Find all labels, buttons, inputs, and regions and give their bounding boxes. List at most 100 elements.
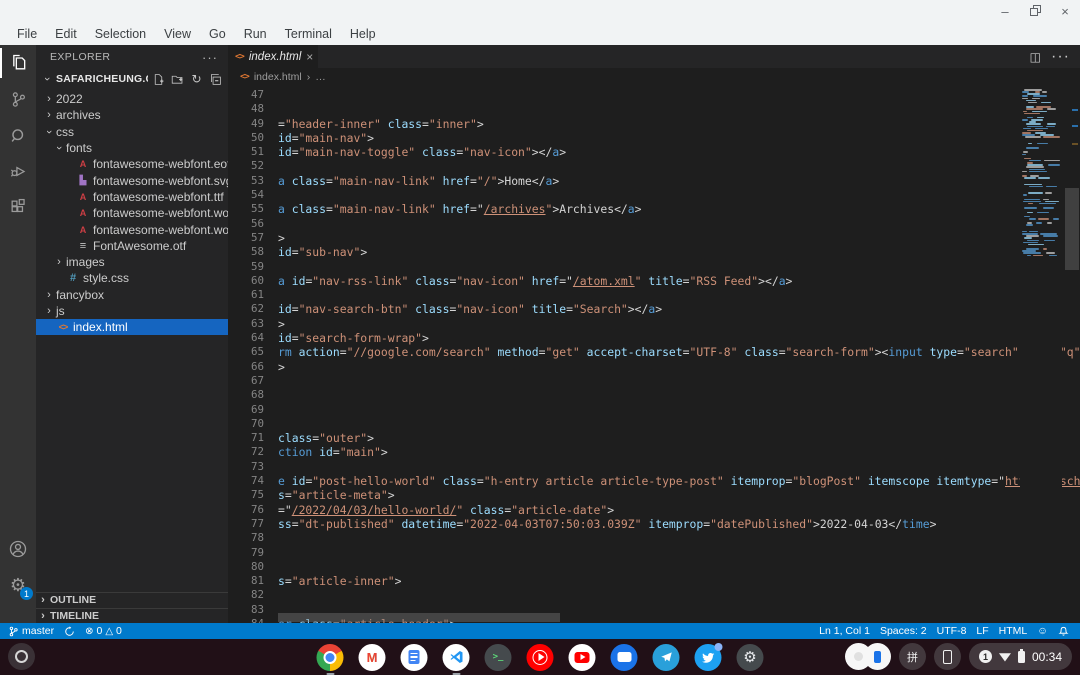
code-line[interactable]: 71class="outer"> [228, 431, 1080, 445]
cursor-position[interactable]: Ln 1, Col 1 [814, 625, 875, 637]
minimize-icon[interactable]: – [998, 4, 1012, 18]
breadcrumb-file[interactable]: index.html [254, 71, 302, 83]
code-line[interactable]: 77ss="dt-published" datetime="2022-04-03… [228, 517, 1080, 531]
code-line[interactable]: 66> [228, 360, 1080, 374]
code-line[interactable]: 79 [228, 546, 1080, 560]
language-mode[interactable]: HTML [994, 625, 1033, 637]
refresh-icon[interactable]: ↻ [188, 71, 205, 88]
notifications-bell-icon[interactable] [1053, 626, 1074, 637]
tree-item-css[interactable]: ›css [36, 124, 228, 140]
tree-item-fontawesome-webfont-woff[interactable]: Afontawesome-webfont.woff [36, 205, 228, 221]
tree-item-2022[interactable]: ›2022 [36, 91, 228, 107]
ime-indicator[interactable]: 拼 [899, 643, 926, 670]
code-line[interactable]: 82 [228, 588, 1080, 602]
code-line[interactable]: 60a id="nav-rss-link" class="nav-icon" h… [228, 274, 1080, 288]
phone-hub-icon[interactable] [934, 643, 961, 670]
split-editor-icon[interactable]: ◫ [1030, 50, 1041, 64]
shelf-app-docs[interactable] [401, 644, 428, 671]
extensions-icon[interactable] [0, 189, 36, 225]
menu-item-file[interactable]: File [8, 25, 46, 43]
code-line[interactable]: 74e id="post-hello-world" class="h-entry… [228, 474, 1080, 488]
code-line[interactable]: 58id="sub-nav"> [228, 245, 1080, 259]
code-line[interactable]: 62id="nav-search-btn" class="nav-icon" t… [228, 302, 1080, 316]
code-line[interactable]: 76="/2022/04/03/hello-world/" class="art… [228, 503, 1080, 517]
shelf-app-settings[interactable]: ⚙ [737, 644, 764, 671]
code-line[interactable]: 70 [228, 417, 1080, 431]
code-line[interactable]: 68 [228, 388, 1080, 402]
shelf-app-messages[interactable] [611, 644, 638, 671]
code-line[interactable]: 50id="main-nav"> [228, 131, 1080, 145]
sidebar-section-outline[interactable]: ›OUTLINE [36, 592, 228, 608]
code-line[interactable]: 63> [228, 317, 1080, 331]
tree-item-js[interactable]: ›js [36, 303, 228, 319]
vertical-scrollbar[interactable] [1064, 85, 1080, 623]
problems-indicator[interactable]: ⊗ 0 △ 0 [80, 623, 127, 639]
horizontal-scrollbar-thumb[interactable] [278, 613, 560, 622]
feedback-icon[interactable]: ☺ [1032, 625, 1053, 637]
shelf-app-telegram[interactable] [653, 644, 680, 671]
code-line[interactable]: 47 [228, 88, 1080, 102]
shelf-app-terminal[interactable]: >_ [485, 644, 512, 671]
minimap[interactable] [1020, 85, 1062, 623]
new-file-icon[interactable] [150, 71, 167, 88]
code-line[interactable]: 55a class="main-nav-link" href="/archive… [228, 202, 1080, 216]
code-line[interactable]: 75s="article-meta"> [228, 488, 1080, 502]
sidebar-section-timeline[interactable]: ›TIMELINE [36, 608, 228, 624]
code-line[interactable]: 53a class="main-nav-link" href="/">Home<… [228, 174, 1080, 188]
tree-item-archives[interactable]: ›archives [36, 107, 228, 123]
search-icon[interactable] [0, 117, 36, 153]
breadcrumb-rest[interactable]: … [315, 71, 326, 83]
code-line[interactable]: 56 [228, 217, 1080, 231]
project-root-row[interactable]: › SAFARICHEUNG.GITHUB.IO ↻ [36, 69, 228, 89]
menu-item-selection[interactable]: Selection [86, 25, 155, 43]
menu-item-edit[interactable]: Edit [46, 25, 86, 43]
menu-item-terminal[interactable]: Terminal [276, 25, 341, 43]
system-tray[interactable]: 1 00:34 [969, 643, 1072, 670]
sync-button[interactable] [59, 623, 80, 639]
screen-capture-pill[interactable] [845, 643, 891, 670]
menu-item-view[interactable]: View [155, 25, 200, 43]
shelf-app-youtube-music[interactable] [527, 644, 554, 671]
code-line[interactable]: 72ction id="main"> [228, 445, 1080, 459]
shelf-app-gmail[interactable]: M [359, 644, 386, 671]
indentation[interactable]: Spaces: 2 [875, 625, 932, 637]
tab-close-icon[interactable]: × [306, 50, 313, 64]
tab-index-html[interactable]: <> index.html × [228, 45, 318, 68]
sidebar-more-icon[interactable]: ··· [202, 50, 218, 65]
tree-item-fonts[interactable]: ›fonts [36, 140, 228, 156]
menu-item-go[interactable]: Go [200, 25, 235, 43]
code-line[interactable]: 80 [228, 560, 1080, 574]
code-line[interactable]: 67 [228, 374, 1080, 388]
code-line[interactable]: 69 [228, 403, 1080, 417]
code-line[interactable]: 57> [228, 231, 1080, 245]
collapse-all-icon[interactable] [207, 71, 224, 88]
run-debug-icon[interactable] [0, 153, 36, 189]
editor-more-icon[interactable]: ··· [1051, 48, 1070, 66]
menu-item-help[interactable]: Help [341, 25, 385, 43]
settings-gear-icon[interactable]: ⚙1 [0, 567, 36, 603]
code-line[interactable]: 65rm action="//google.com/search" method… [228, 345, 1080, 359]
code-line[interactable]: 51id="main-nav-toggle" class="nav-icon">… [228, 145, 1080, 159]
tree-item-index-html[interactable]: <>index.html [36, 319, 228, 335]
code-line[interactable]: 52 [228, 159, 1080, 173]
tree-item-fontawesome-webfont-woff2[interactable]: Afontawesome-webfont.woff2 [36, 221, 228, 237]
restore-icon[interactable] [1028, 4, 1042, 18]
code-line[interactable]: 81s="article-inner"> [228, 574, 1080, 588]
shelf-app-youtube[interactable] [569, 644, 596, 671]
encoding[interactable]: UTF-8 [932, 625, 972, 637]
tree-item-fontawesome-otf[interactable]: ≡FontAwesome.otf [36, 238, 228, 254]
tree-item-fancybox[interactable]: ›fancybox [36, 287, 228, 303]
code-line[interactable]: 59 [228, 260, 1080, 274]
tree-item-style-css[interactable]: #style.css [36, 270, 228, 286]
code-line[interactable]: 48 [228, 102, 1080, 116]
tree-item-fontawesome-webfont-ttf[interactable]: Afontawesome-webfont.ttf [36, 189, 228, 205]
code-editor[interactable]: 474849="header-inner" class="inner">50id… [228, 85, 1080, 623]
tree-item-fontawesome-webfont-eot[interactable]: Afontawesome-webfont.eot [36, 156, 228, 172]
launcher-button[interactable] [8, 643, 35, 670]
code-line[interactable]: 73 [228, 460, 1080, 474]
new-folder-icon[interactable] [169, 71, 186, 88]
close-icon[interactable]: × [1058, 4, 1072, 18]
code-line[interactable]: 49="header-inner" class="inner"> [228, 117, 1080, 131]
breadcrumb[interactable]: <> index.html › … [228, 68, 1080, 85]
branch-indicator[interactable]: master [0, 623, 59, 639]
